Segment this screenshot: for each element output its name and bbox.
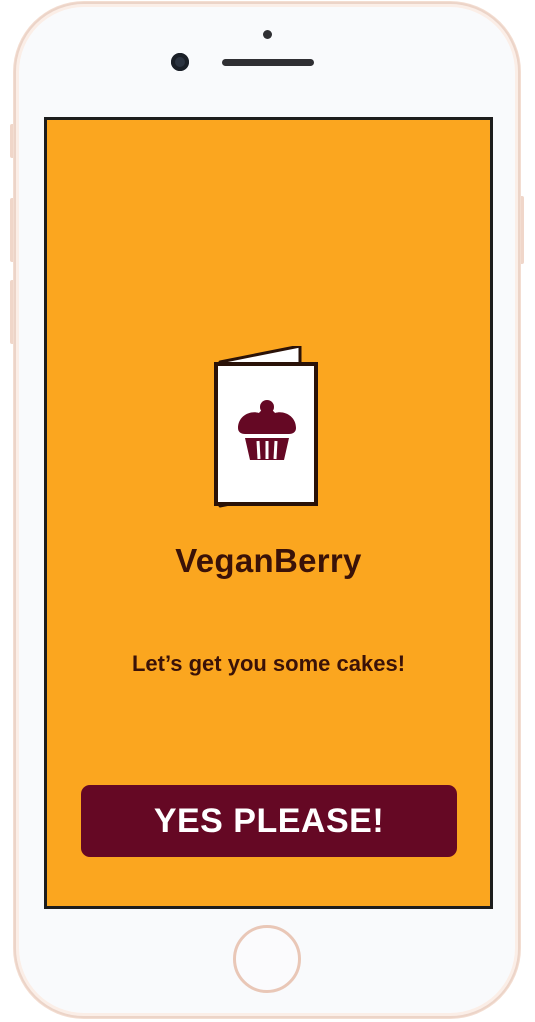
app-screen: VeganBerry Let’s get you some cakes! YES… xyxy=(44,117,493,909)
device-mockup: VeganBerry Let’s get you some cakes! YES… xyxy=(0,0,535,1022)
menu-cupcake-icon xyxy=(214,346,318,508)
app-title: VeganBerry xyxy=(175,542,362,579)
tagline-text: Let’s get you some cakes! xyxy=(131,651,406,676)
yes-please-button[interactable]: YES PLEASE! xyxy=(81,785,457,857)
proximity-sensor xyxy=(263,30,272,39)
home-button[interactable] xyxy=(233,925,301,993)
earpiece-speaker xyxy=(222,59,314,66)
front-camera xyxy=(171,53,189,71)
